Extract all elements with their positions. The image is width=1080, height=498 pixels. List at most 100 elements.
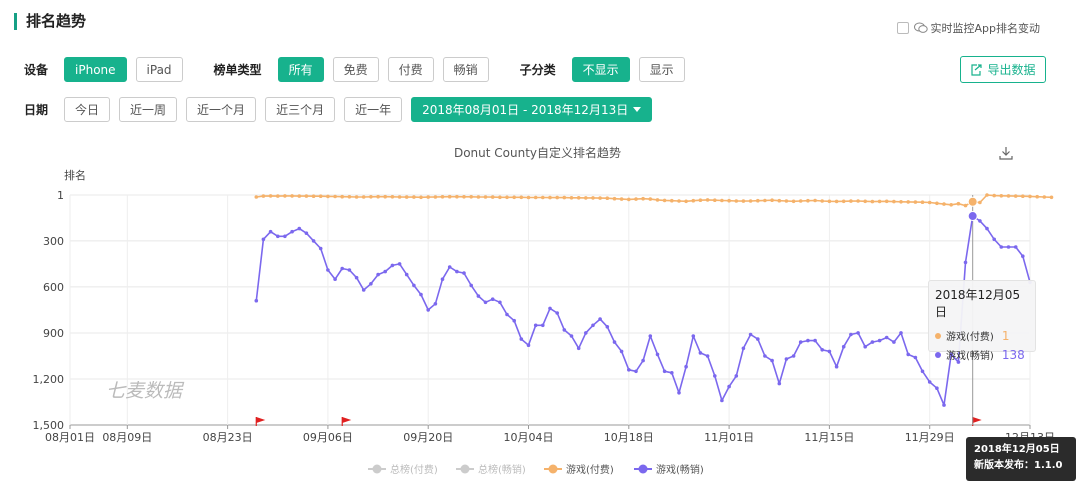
legend-item-label[interactable]: 游戏(畅销) [656, 463, 704, 476]
data-point [863, 344, 867, 349]
data-point [598, 317, 602, 321]
data-point [476, 195, 481, 199]
data-point [877, 338, 882, 343]
device-iphone-button[interactable]: iPhone [64, 57, 127, 82]
data-point [576, 346, 581, 351]
x-tick-label: 08月09日 [102, 431, 152, 444]
data-point [512, 195, 516, 200]
date-today-button[interactable]: 今日 [64, 97, 111, 122]
page-title: 排名趋势 [14, 13, 86, 30]
legend-swatch-dot [548, 464, 558, 474]
tooltip-date: 2018年12月05日 [935, 288, 1021, 319]
data-point [906, 200, 910, 204]
data-point [469, 195, 474, 199]
device-ipad-button[interactable]: iPad [135, 57, 183, 82]
data-point [1021, 254, 1025, 258]
y-axis-label: 排名 [64, 168, 86, 182]
data-point [713, 374, 717, 378]
data-point [899, 200, 903, 204]
data-point [433, 195, 438, 199]
data-point [1049, 195, 1054, 200]
data-point [777, 381, 782, 386]
data-point [1006, 194, 1011, 198]
x-tick-label: 09月06日 [303, 431, 353, 444]
release-flag-icon[interactable] [342, 417, 352, 423]
release-flag-icon[interactable] [972, 417, 982, 423]
data-point [662, 369, 667, 374]
data-point [913, 200, 918, 204]
data-point [290, 194, 294, 198]
data-point [261, 237, 266, 242]
data-point [605, 325, 610, 329]
data-point [369, 195, 373, 199]
export-data-button[interactable]: 导出数据 [960, 56, 1046, 83]
date-three-months-button[interactable]: 近三个月 [265, 97, 336, 122]
data-point [505, 312, 509, 317]
x-ticks: 08月01日 08月09日 08月23日 09月06日 09月20日 10月04日 10月1… [45, 425, 1055, 444]
data-point [598, 196, 602, 200]
data-point [963, 260, 968, 265]
legend-item-label[interactable]: 游戏(付费) [566, 463, 614, 476]
date-month-button[interactable]: 近一个月 [186, 97, 257, 122]
data-point [720, 398, 724, 403]
data-point [827, 199, 832, 204]
data-point [935, 201, 939, 206]
data-point [326, 194, 330, 199]
data-point [813, 338, 817, 343]
release-tooltip-date: 2018年12月05日 [974, 444, 1060, 455]
data-point [369, 282, 373, 286]
chart-title: Donut County自定义排名趋势 [453, 146, 622, 160]
data-point [856, 199, 860, 203]
realtime-monitor-toggle[interactable]: 实时监控App排名变动 [896, 20, 1041, 36]
data-point [978, 200, 982, 205]
data-point [383, 269, 388, 274]
legend-item-label[interactable]: 总榜(畅销) [478, 463, 526, 476]
data-point [806, 198, 810, 203]
data-tooltip: 2018年12月05日 游戏(付费) 1 游戏(畅销) 138 [928, 280, 1036, 362]
data-point [884, 199, 889, 204]
monitor-label: 实时监控App排名变动 [930, 22, 1041, 35]
date-year-button[interactable]: 近一年 [344, 97, 403, 122]
list-type-all-button[interactable]: 所有 [277, 57, 324, 82]
subcategory-hide-button[interactable]: 不显示 [571, 57, 630, 82]
list-type-paid-button[interactable]: 付费 [387, 57, 434, 82]
data-point [462, 271, 466, 275]
data-point [691, 198, 696, 203]
data-point [404, 272, 409, 277]
date-week-button[interactable]: 近一周 [119, 97, 178, 122]
data-point [340, 194, 345, 199]
data-point [770, 358, 774, 363]
watermark: 七麦数据 [106, 380, 185, 402]
data-point [741, 346, 746, 351]
data-point [849, 199, 853, 203]
legend-item-label[interactable]: 总榜(付费) [390, 463, 438, 476]
data-point [476, 294, 481, 298]
list-type-free-button[interactable]: 免费 [332, 57, 379, 82]
data-point [920, 369, 925, 374]
data-point [748, 199, 753, 203]
data-point [756, 337, 760, 341]
data-point [956, 201, 961, 206]
data-point [612, 196, 617, 201]
subcategory-show-button[interactable]: 显示 [638, 57, 685, 82]
legend-swatch-dot [638, 464, 648, 474]
data-point [505, 195, 509, 200]
y-tick-label: 1,200 [33, 373, 65, 386]
data-point [892, 340, 896, 344]
data-point [376, 194, 380, 199]
data-point [591, 196, 595, 200]
data-point [648, 334, 653, 338]
data-point [741, 199, 746, 203]
x-tick-label: 11月29日 [905, 431, 955, 444]
download-icon[interactable] [998, 145, 1014, 161]
data-point [655, 198, 660, 202]
y-tick-label: 600 [43, 281, 64, 294]
data-point [619, 349, 624, 354]
date-range-picker[interactable]: 2018年08月01日 - 2018年12月13日 [411, 97, 653, 122]
list-type-grossing-button[interactable]: 畅销 [442, 57, 489, 82]
data-point [985, 193, 989, 197]
monitor-checkbox[interactable] [896, 22, 909, 34]
release-flag-icon[interactable] [256, 417, 266, 423]
subcategory-label: 子分类 [519, 63, 556, 77]
tooltip-value-grossing: 138 [1001, 347, 1025, 362]
